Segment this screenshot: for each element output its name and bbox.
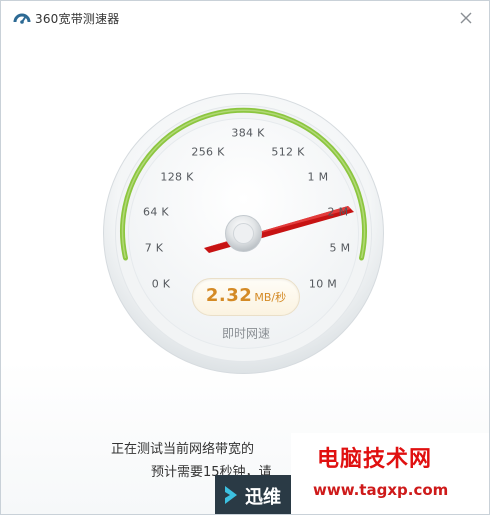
watermark-site-name: 电脑技术网	[317, 447, 433, 472]
close-button[interactable]	[455, 7, 477, 29]
tick-label: 384 K	[231, 126, 265, 140]
speed-unit: MB/秒	[254, 291, 287, 304]
speed-readout: 2.32 MB/秒	[192, 278, 300, 316]
speed-test-window: 360宽带测速器 0 K 7 K 64 K 128 K 256 K 384 K …	[0, 0, 490, 515]
close-icon	[460, 12, 472, 24]
tick-label: 10 M	[308, 277, 338, 291]
tick-label: 64 K	[143, 205, 169, 219]
status-text-line-1: 正在测试当前网络带宽的	[111, 442, 255, 457]
tick-label: 512 K	[271, 145, 305, 159]
watermark-site: 电脑技术网 www.tagxp.com	[291, 433, 489, 514]
tick-label: 128 K	[160, 170, 194, 184]
window-title: 360宽带测速器	[35, 12, 120, 26]
chevron-right-icon	[225, 486, 237, 504]
tick-label: 0 K	[151, 277, 171, 291]
tick-label: 1 M	[307, 170, 329, 184]
speedometer-app-icon	[13, 10, 31, 26]
title-bar: 360宽带测速器	[1, 1, 489, 35]
tick-label: 5 M	[329, 241, 351, 255]
watermark-overlay-text: 迅维	[245, 487, 281, 508]
watermark-site-url: www.tagxp.com	[313, 481, 449, 499]
watermark-overlay: 迅维	[215, 475, 291, 514]
tick-label: 256 K	[191, 145, 225, 159]
tick-label: 2 M	[327, 205, 349, 219]
tick-label: 7 K	[144, 241, 164, 255]
speed-value: 2.32	[205, 285, 253, 306]
speed-caption: 即时网速	[221, 326, 271, 341]
